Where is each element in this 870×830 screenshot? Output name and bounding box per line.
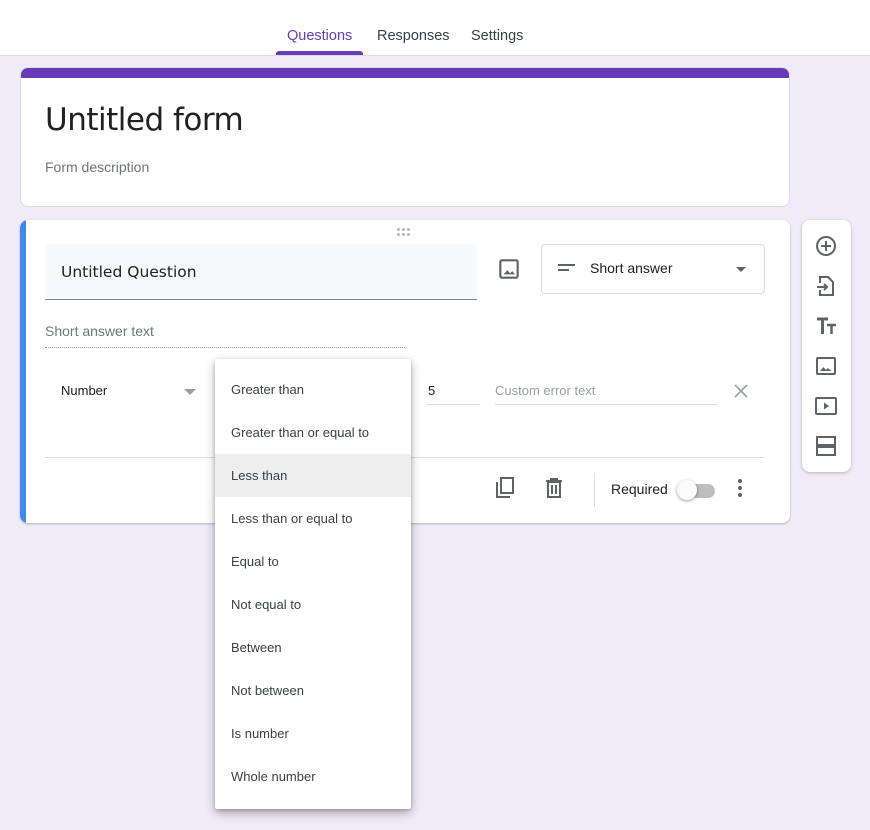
- footer-separator: [594, 473, 595, 507]
- required-toggle[interactable]: [677, 480, 719, 500]
- chevron-down-icon: [736, 267, 746, 272]
- question-focus-indicator: [20, 220, 26, 523]
- menu-item-whole-number[interactable]: Whole number: [215, 755, 411, 798]
- form-title[interactable]: Untitled form: [45, 102, 244, 138]
- question-type-select[interactable]: Short answer: [541, 244, 765, 294]
- toggle-thumb: [677, 480, 697, 500]
- menu-item-not-equal-to[interactable]: Not equal to: [215, 583, 411, 626]
- title-icon[interactable]: [814, 314, 838, 338]
- duplicate-icon[interactable]: [493, 476, 517, 500]
- import-icon[interactable]: [814, 274, 838, 298]
- menu-item-equal-to[interactable]: Equal to: [215, 540, 411, 583]
- close-icon[interactable]: [733, 383, 749, 399]
- short-text-icon: [558, 264, 575, 271]
- menu-item-greater-than-or-equal[interactable]: Greater than or equal to: [215, 411, 411, 454]
- add-circle-icon[interactable]: [814, 234, 838, 258]
- drag-handle-icon[interactable]: [397, 228, 413, 238]
- validation-type-select[interactable]: Number: [61, 383, 107, 398]
- tab-questions[interactable]: Questions: [287, 28, 352, 44]
- video-icon[interactable]: [814, 394, 838, 418]
- form-description-input[interactable]: Form description: [45, 159, 149, 175]
- side-toolbar: [802, 220, 851, 472]
- form-header-card: Untitled form Form description: [20, 67, 790, 207]
- image-icon[interactable]: [814, 354, 838, 378]
- question-type-label: Short answer: [590, 260, 673, 276]
- short-answer-placeholder: Short answer text: [45, 323, 154, 339]
- question-title-field[interactable]: Untitled Question: [45, 244, 477, 300]
- menu-item-is-number[interactable]: Is number: [215, 712, 411, 755]
- menu-item-not-between[interactable]: Not between: [215, 669, 411, 712]
- required-label: Required: [611, 481, 668, 497]
- menu-item-less-than[interactable]: Less than: [215, 454, 411, 497]
- menu-item-greater-than[interactable]: Greater than: [215, 368, 411, 411]
- header-accent-bar: [21, 68, 789, 78]
- validation-type-chevron-icon[interactable]: [184, 389, 196, 395]
- tab-responses[interactable]: Responses: [377, 28, 450, 44]
- menu-item-less-than-or-equal[interactable]: Less than or equal to: [215, 497, 411, 540]
- top-tab-bar: Questions Responses Settings: [0, 0, 870, 56]
- more-vert-icon[interactable]: [730, 478, 750, 498]
- tab-settings[interactable]: Settings: [471, 28, 523, 44]
- menu-item-between[interactable]: Between: [215, 626, 411, 669]
- validation-value-input[interactable]: 5: [426, 379, 479, 405]
- short-answer-underline: [45, 347, 405, 348]
- delete-icon[interactable]: [542, 476, 566, 500]
- section-icon[interactable]: [814, 434, 838, 458]
- active-tab-indicator: [276, 51, 363, 55]
- add-image-icon[interactable]: [496, 256, 522, 282]
- condition-dropdown-menu: Greater than Greater than or equal to Le…: [215, 359, 411, 809]
- custom-error-input[interactable]: Custom error text: [495, 379, 718, 405]
- question-title: Untitled Question: [61, 263, 197, 281]
